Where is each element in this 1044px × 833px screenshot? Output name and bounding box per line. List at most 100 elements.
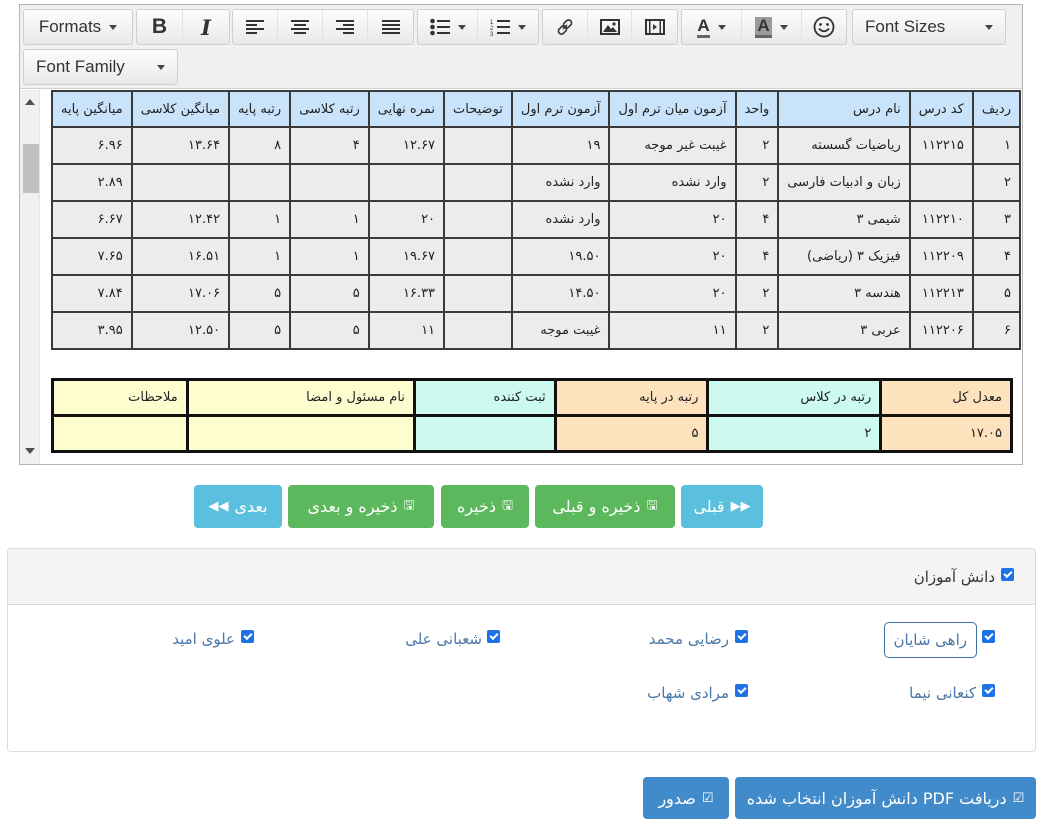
table-cell[interactable] bbox=[443, 311, 513, 350]
student-label[interactable]: مرادی شهاب bbox=[647, 684, 729, 702]
student-checkbox[interactable] bbox=[735, 630, 748, 643]
student-checkbox[interactable] bbox=[982, 684, 995, 697]
table-cell[interactable]: هندسه ۳ bbox=[777, 274, 911, 313]
table-cell[interactable]: وارد نشده bbox=[608, 163, 737, 202]
editor-content[interactable]: ردیف کد درس نام درس واحد آزمون میان ترم اول آ… bbox=[20, 90, 1022, 464]
table-cell[interactable]: ۴ bbox=[971, 237, 1021, 276]
table-cell[interactable]: ۱۶.۵۱ bbox=[130, 237, 231, 276]
table-cell[interactable]: ۵ bbox=[971, 274, 1021, 313]
table-cell[interactable]: ۱۱ bbox=[367, 311, 446, 350]
previous-button[interactable]: ▶▶ قبلی bbox=[681, 485, 763, 528]
table-cell[interactable]: ۲.۸۹ bbox=[51, 163, 133, 202]
summary-value-cell[interactable]: ۱۷.۰۵ bbox=[879, 414, 1013, 453]
save-and-next-button[interactable]: 🖫 ذخیره و بعدی bbox=[288, 485, 434, 528]
table-cell[interactable]: ۴ bbox=[734, 200, 780, 239]
summary-value-cell[interactable] bbox=[412, 414, 557, 453]
table-cell[interactable]: ۱ bbox=[228, 237, 292, 276]
table-cell[interactable] bbox=[130, 163, 231, 202]
table-cell[interactable]: ۲ bbox=[971, 163, 1021, 202]
italic-button[interactable]: I bbox=[183, 10, 229, 44]
student-checkbox[interactable] bbox=[241, 630, 254, 643]
summary-value-cell[interactable]: ۵ bbox=[553, 414, 710, 453]
student-label[interactable]: شعبانی علی bbox=[405, 630, 482, 648]
table-cell[interactable]: ۱۴.۵۰ bbox=[510, 274, 611, 313]
table-cell[interactable] bbox=[443, 126, 513, 165]
student-checkbox[interactable] bbox=[982, 630, 995, 643]
align-justify-button[interactable] bbox=[368, 10, 413, 44]
table-cell[interactable] bbox=[289, 163, 370, 202]
table-cell[interactable]: ریاضیات گسسته bbox=[777, 126, 911, 165]
table-cell[interactable]: ۳.۹۵ bbox=[51, 311, 133, 350]
align-center-button[interactable] bbox=[278, 10, 323, 44]
font-family-dropdown[interactable]: Font Family bbox=[24, 50, 177, 84]
table-cell[interactable]: ۲ bbox=[734, 311, 780, 350]
vertical-scrollbar[interactable] bbox=[20, 90, 40, 464]
table-cell[interactable]: ۱۱۲۲۱۳ bbox=[908, 274, 974, 313]
scroll-up-icon[interactable] bbox=[25, 99, 35, 105]
summary-value-cell[interactable] bbox=[185, 414, 416, 453]
summary-value-cell[interactable] bbox=[51, 414, 189, 453]
table-cell[interactable] bbox=[908, 163, 974, 202]
student-checkbox[interactable] bbox=[735, 684, 748, 697]
table-cell[interactable]: عربی ۳ bbox=[777, 311, 911, 350]
next-button[interactable]: بعدی ◀◀ bbox=[194, 485, 282, 528]
table-cell[interactable]: ۱۲.۶۷ bbox=[367, 126, 446, 165]
table-cell[interactable]: ۱۱۲۲۰۹ bbox=[908, 237, 974, 276]
table-cell[interactable]: ۱۹ bbox=[510, 126, 611, 165]
table-cell[interactable]: ۲ bbox=[734, 126, 780, 165]
table-cell[interactable]: ۱ bbox=[971, 126, 1021, 165]
table-cell[interactable]: ۱۲.۵۰ bbox=[130, 311, 231, 350]
table-cell[interactable]: ۵ bbox=[228, 311, 292, 350]
table-cell[interactable]: وارد نشده bbox=[510, 200, 611, 239]
formats-dropdown[interactable]: Formats bbox=[24, 10, 132, 44]
link-button[interactable] bbox=[543, 10, 588, 44]
table-cell[interactable]: ۱۶.۳۳ bbox=[367, 274, 446, 313]
table-cell[interactable]: زبان و ادبیات فارسی bbox=[777, 163, 911, 202]
table-cell[interactable]: غیبت موجه bbox=[510, 311, 611, 350]
download-pdf-button[interactable]: ☑ دریافت PDF دانش آموزان انتخاب شده bbox=[735, 777, 1036, 819]
select-all-students-checkbox[interactable] bbox=[1001, 568, 1014, 581]
table-cell[interactable]: ۶.۹۶ bbox=[51, 126, 133, 165]
table-cell[interactable]: ۵ bbox=[228, 274, 292, 313]
table-cell[interactable]: ۱۱ bbox=[608, 311, 737, 350]
table-cell[interactable]: ۲۰ bbox=[608, 274, 737, 313]
text-color-button[interactable]: A bbox=[682, 10, 742, 44]
table-cell[interactable]: ۵ bbox=[289, 311, 370, 350]
table-cell[interactable]: ۱۹.۶۷ bbox=[367, 237, 446, 276]
table-cell[interactable]: ۱۱۲۲۱۰ bbox=[908, 200, 974, 239]
table-cell[interactable]: ۶ bbox=[971, 311, 1021, 350]
table-cell[interactable] bbox=[367, 163, 446, 202]
scroll-down-icon[interactable] bbox=[25, 448, 35, 454]
table-cell[interactable]: شیمی ۳ bbox=[777, 200, 911, 239]
student-label[interactable]: کنعانی نیما bbox=[909, 684, 976, 702]
table-cell[interactable]: ۷.۶۵ bbox=[51, 237, 133, 276]
save-and-previous-button[interactable]: 🖫 ذخیره و قبلی bbox=[535, 485, 675, 528]
emoticons-button[interactable] bbox=[802, 10, 846, 44]
student-label[interactable]: علوی امید bbox=[172, 630, 235, 648]
image-button[interactable] bbox=[588, 10, 633, 44]
table-cell[interactable]: فیزیک ۳ (ریاضی) bbox=[777, 237, 911, 276]
numbered-list-button[interactable]: 123 bbox=[478, 10, 538, 44]
table-cell[interactable] bbox=[443, 200, 513, 239]
save-button[interactable]: 🖫 ذخیره bbox=[441, 485, 529, 528]
table-cell[interactable] bbox=[443, 274, 513, 313]
table-cell[interactable]: ۵ bbox=[289, 274, 370, 313]
table-cell[interactable]: ۷.۸۴ bbox=[51, 274, 133, 313]
table-cell[interactable]: ۱۷.۰۶ bbox=[130, 274, 231, 313]
table-cell[interactable]: ۱ bbox=[289, 237, 370, 276]
table-cell[interactable]: ۱ bbox=[228, 200, 292, 239]
table-cell[interactable]: ۱۱۲۲۰۶ bbox=[908, 311, 974, 350]
table-cell[interactable]: ۳ bbox=[971, 200, 1021, 239]
table-cell[interactable]: ۱ bbox=[289, 200, 370, 239]
scrollbar-thumb[interactable] bbox=[23, 144, 39, 193]
table-cell[interactable]: وارد نشده bbox=[510, 163, 611, 202]
table-cell[interactable]: ۴ bbox=[289, 126, 370, 165]
table-cell[interactable]: ۲ bbox=[734, 274, 780, 313]
student-label[interactable]: رضایی محمد bbox=[649, 630, 729, 648]
media-button[interactable] bbox=[632, 10, 677, 44]
summary-value-cell[interactable]: ۲ bbox=[706, 414, 883, 453]
table-cell[interactable]: ۲ bbox=[734, 163, 780, 202]
table-cell[interactable] bbox=[228, 163, 292, 202]
table-cell[interactable] bbox=[443, 237, 513, 276]
table-cell[interactable] bbox=[443, 163, 513, 202]
